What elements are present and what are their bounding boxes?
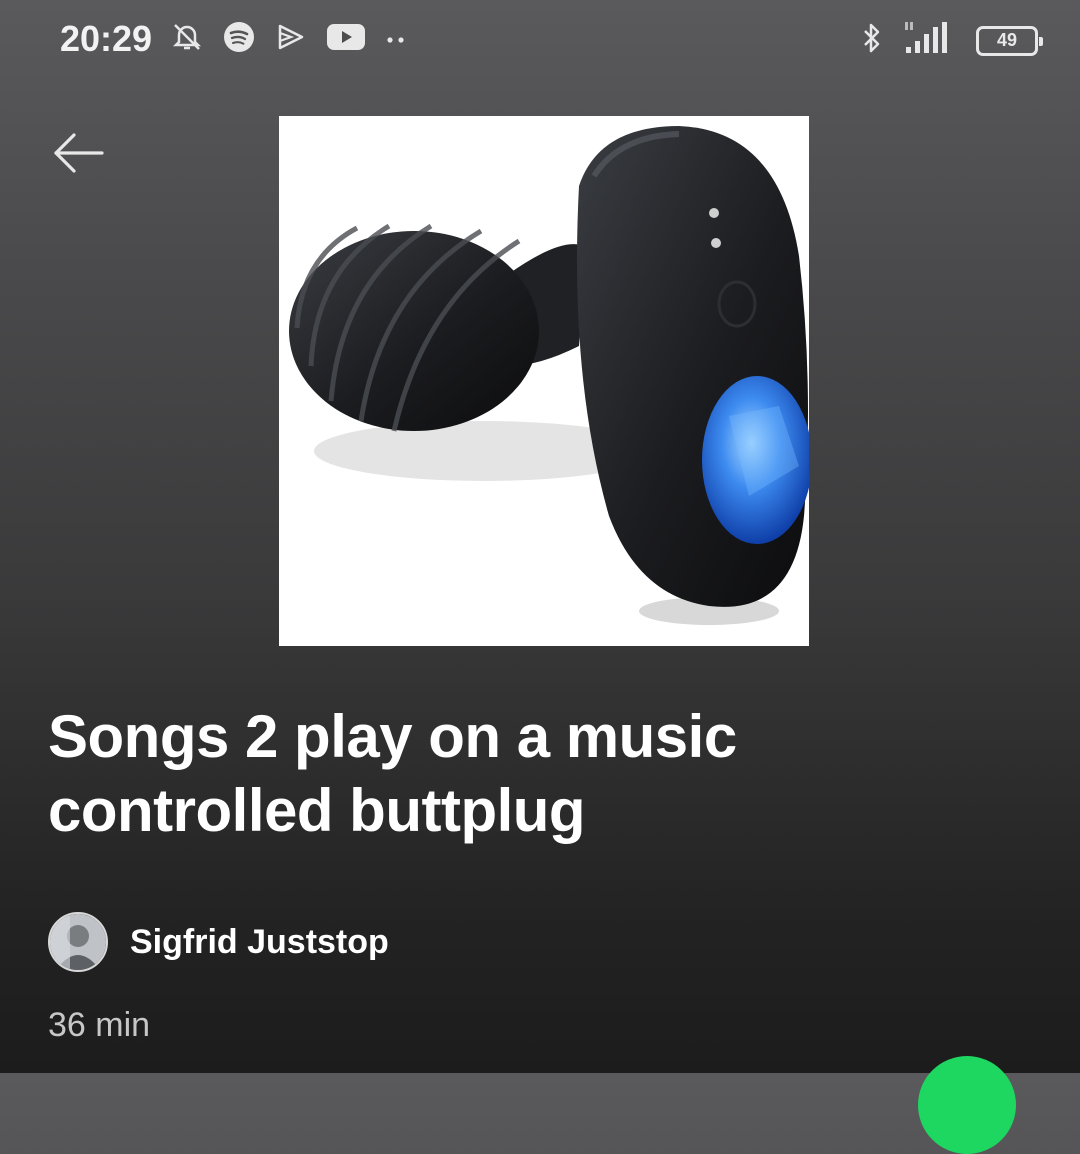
status-left-icons [170, 20, 408, 59]
playlist-cover-image [279, 116, 809, 646]
avatar[interactable] [48, 912, 108, 972]
mute-icon [170, 20, 204, 59]
playlist-title: Songs 2 play on a music controlled buttp… [48, 703, 737, 844]
owner-name[interactable]: Sigfrid Juststop [130, 923, 389, 962]
back-arrow-icon [48, 133, 108, 180]
youtube-icon [326, 22, 366, 57]
status-bar: 20:29 49 [0, 0, 1080, 80]
status-time: 20:29 [60, 18, 153, 59]
status-right-icons: 49 [860, 20, 1043, 61]
battery-icon: 49 [976, 25, 1043, 56]
playlist-duration: 36 min [48, 1006, 151, 1044]
battery-level: 49 [996, 30, 1018, 50]
back-button[interactable] [48, 130, 108, 176]
cast-icon [274, 20, 308, 59]
playlist-owner[interactable]: Sigfrid Juststop [48, 912, 389, 972]
bluetooth-icon [860, 20, 884, 61]
play-button[interactable] [918, 1056, 1016, 1154]
spotify-icon [222, 20, 256, 59]
more-dots-icon [384, 20, 408, 59]
signal-icon [902, 20, 958, 61]
